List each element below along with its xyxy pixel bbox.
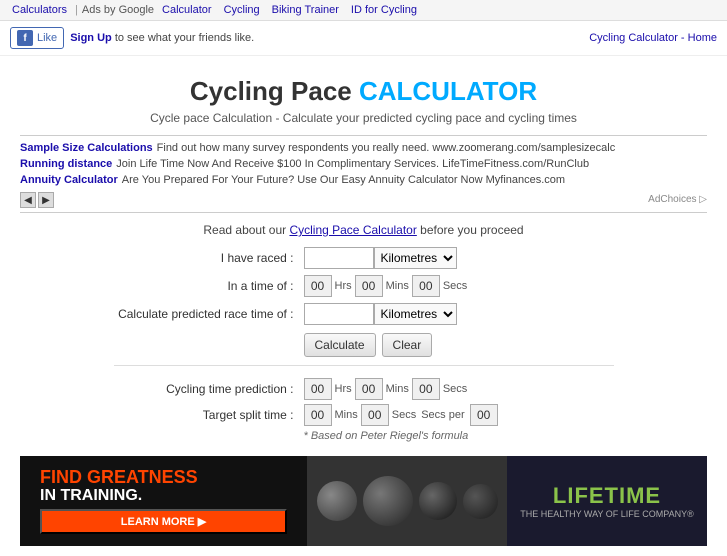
ad-row-3: Annuity Calculator Are You Prepared For … (20, 172, 707, 188)
facebook-icon: f (17, 30, 33, 46)
race-label: I have raced : (114, 251, 304, 265)
split-inputs: Mins Secs Secs per (304, 404, 498, 426)
ads-by-google-label: Ads by Google (82, 4, 154, 16)
race-distance-input[interactable] (304, 247, 374, 269)
calc-form: I have raced : Kilometres Miles In a tim… (114, 247, 614, 442)
race-unit-select[interactable]: Kilometres Miles (374, 247, 457, 269)
secs-input[interactable] (412, 275, 440, 297)
home-link[interactable]: Cycling Calculator - Home (589, 32, 717, 44)
top-nav: Calculators | Ads by Google Calculator C… (0, 0, 727, 21)
btn-row: Calculate Clear (114, 333, 614, 357)
ad-choices: AdChoices ▷ (648, 194, 707, 205)
hrs-label: Hrs (335, 280, 352, 292)
result-secs-label: Secs (443, 383, 467, 395)
ball-2 (363, 476, 413, 526)
ad1-text: Find out how many survey respondents you… (157, 142, 616, 154)
split-mins-label: Mins (335, 409, 358, 421)
like-text: Sign Up to see what your friends like. (70, 32, 254, 44)
banner-in-training: IN TRAINING. (40, 487, 287, 505)
lifetime-tagline: THE HEALTHY WAY OF LIFE COMPANY® (520, 509, 694, 519)
split-per-label: Secs per (421, 409, 464, 421)
secs-label: Secs (443, 280, 467, 292)
banner-left: FIND GREATNESS IN TRAINING. LEARN MORE ▶ (20, 456, 307, 546)
nav-biking-trainer[interactable]: Biking Trainer (272, 4, 339, 16)
result-mins-input[interactable] (355, 378, 383, 400)
clear-button[interactable]: Clear (382, 333, 433, 357)
ad3-text: Are You Prepared For Your Future? Use Ou… (122, 174, 565, 186)
nav-calculator[interactable]: Calculator (162, 4, 212, 16)
mins-input[interactable] (355, 275, 383, 297)
title-part1: Cycling Pace (190, 76, 359, 106)
hrs-input[interactable] (304, 275, 332, 297)
lifetime-logo: LIFETIME (553, 483, 661, 509)
split-secs-input[interactable] (361, 404, 389, 426)
like-bar: f Like Sign Up to see what your friends … (0, 21, 727, 56)
mins-label: Mins (386, 280, 409, 292)
result-secs-input[interactable] (412, 378, 440, 400)
ad-row-1: Sample Size Calculations Find out how ma… (20, 140, 707, 156)
ad-prev-button[interactable]: ◀ (20, 192, 36, 208)
ad2-link[interactable]: Running distance (20, 158, 112, 170)
title-part2: CALCULATOR (359, 76, 537, 106)
cycling-pace-calc-link[interactable]: Cycling Pace Calculator (289, 223, 416, 237)
bottom-banner: FIND GREATNESS IN TRAINING. LEARN MORE ▶… (20, 456, 707, 546)
note: * Based on Peter Riegel's formula (114, 430, 614, 442)
banner-right: LIFETIME THE HEALTHY WAY OF LIFE COMPANY… (507, 456, 707, 546)
result-mins-label: Mins (386, 383, 409, 395)
ad-nav: ◀ ▶ (20, 192, 54, 208)
like-button[interactable]: f Like (10, 27, 64, 49)
predict-distance-input[interactable] (304, 303, 374, 325)
nav-id-for-cycling[interactable]: ID for Cycling (351, 4, 417, 16)
nav-cycling[interactable]: Cycling (224, 4, 260, 16)
time-label: In a time of : (114, 279, 304, 293)
sign-up-link[interactable]: Sign Up (70, 32, 112, 44)
split-per-input[interactable] (470, 404, 498, 426)
ball-3 (419, 482, 457, 520)
cycling-time-inputs: Hrs Mins Secs (304, 378, 468, 400)
split-row: Target split time : Mins Secs Secs per (114, 404, 614, 426)
cycling-time-row: Cycling time prediction : Hrs Mins Secs (114, 378, 614, 400)
predict-unit-select[interactable]: Kilometres Miles (374, 303, 457, 325)
banner-find: FIND GREATNESS (40, 468, 287, 488)
time-row: In a time of : Hrs Mins Secs (114, 275, 614, 297)
result-hrs-input[interactable] (304, 378, 332, 400)
banner-learn-more[interactable]: LEARN MORE ▶ (40, 509, 287, 534)
predict-row: Calculate predicted race time of : Kilom… (114, 303, 614, 325)
ball-1 (317, 481, 357, 521)
main-content: Cycling Pace CALCULATOR Cycle pace Calcu… (0, 56, 727, 556)
ad-row-2: Running distance Join Life Time Now And … (20, 156, 707, 172)
ad-next-button[interactable]: ▶ (38, 192, 54, 208)
read-about: Read about our Cycling Pace Calculator b… (20, 223, 707, 237)
banner-center (307, 456, 507, 546)
split-mins-input[interactable] (304, 404, 332, 426)
result-hrs-label: Hrs (335, 383, 352, 395)
split-label: Target split time : (114, 408, 304, 422)
ad2-text: Join Life Time Now And Receive $100 In C… (116, 158, 589, 170)
time-inputs: Hrs Mins Secs (304, 275, 468, 297)
ball-4 (463, 484, 498, 519)
split-secs-label: Secs (392, 409, 416, 421)
race-row: I have raced : Kilometres Miles (114, 247, 614, 269)
results-section: Cycling time prediction : Hrs Mins Secs … (114, 365, 614, 442)
page-subtitle: Cycle pace Calculation - Calculate your … (20, 111, 707, 125)
nav-calculators[interactable]: Calculators (12, 4, 67, 16)
page-title: Cycling Pace CALCULATOR (20, 76, 707, 107)
ad3-link[interactable]: Annuity Calculator (20, 174, 118, 186)
calculate-button[interactable]: Calculate (304, 333, 376, 357)
ads-section: Sample Size Calculations Find out how ma… (20, 135, 707, 213)
cycling-time-label: Cycling time prediction : (114, 382, 304, 396)
predict-label: Calculate predicted race time of : (114, 307, 304, 321)
like-section: f Like Sign Up to see what your friends … (10, 27, 254, 49)
like-label: Like (37, 32, 57, 44)
ad1-link[interactable]: Sample Size Calculations (20, 142, 153, 154)
